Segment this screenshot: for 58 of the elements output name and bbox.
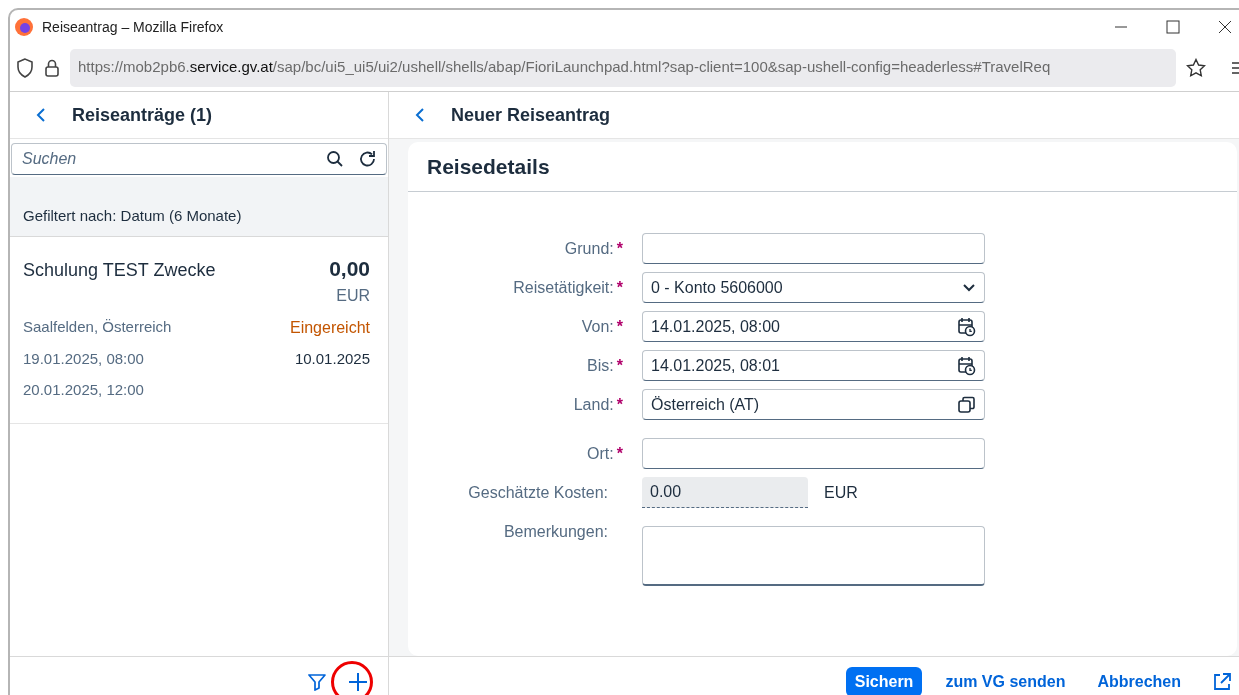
field-label: Von: * bbox=[581, 316, 623, 337]
dropdown-caret-icon[interactable] bbox=[962, 282, 976, 293]
field-label: Geschätzte Kosten: bbox=[468, 482, 608, 503]
required-asterisk: * bbox=[616, 356, 623, 374]
calendar-clock-icon[interactable] bbox=[958, 316, 976, 337]
back-icon[interactable] bbox=[415, 108, 425, 122]
currency-text: EUR bbox=[336, 286, 370, 306]
remarks-field[interactable] bbox=[642, 526, 985, 586]
end-date-text: 20.01.2025, 12:00 bbox=[23, 379, 144, 400]
required-asterisk: * bbox=[616, 317, 623, 335]
unit-text: EUR bbox=[824, 482, 858, 503]
filter-info: Gefiltert nach: Datum (6 Monate) bbox=[23, 205, 242, 226]
value-help-field[interactable]: Österreich (AT) bbox=[642, 389, 985, 420]
value-help-icon[interactable] bbox=[958, 395, 976, 414]
status-text: Eingereicht bbox=[289, 318, 370, 338]
search-field[interactable]: Suchen bbox=[11, 143, 387, 175]
field-label: Grund: * bbox=[564, 238, 623, 259]
search-icon[interactable] bbox=[326, 150, 344, 168]
field-label: Land: * bbox=[573, 394, 623, 415]
dropdown-field[interactable]: 0 - Konto 5606000 bbox=[642, 272, 985, 303]
date-time-field[interactable]: 14.01.2025, 08:01 bbox=[642, 350, 985, 381]
required-asterisk: * bbox=[616, 239, 623, 257]
close-icon[interactable] bbox=[1218, 20, 1232, 34]
field-label: Bis: * bbox=[587, 355, 623, 376]
shield-icon[interactable] bbox=[16, 57, 34, 78]
required-asterisk: * bbox=[616, 395, 623, 413]
start-date-text: 19.01.2025, 08:00 bbox=[23, 349, 144, 369]
field-label: Bemerkungen: bbox=[503, 522, 608, 542]
calendar-clock-icon[interactable] bbox=[958, 355, 976, 376]
page-title: Neuer Reiseantrag bbox=[451, 103, 611, 127]
section-title: Reisedetails bbox=[427, 153, 550, 180]
browser-logo-icon bbox=[14, 17, 34, 37]
required-asterisk: * bbox=[616, 444, 623, 462]
share-icon[interactable] bbox=[1212, 671, 1232, 692]
input-field[interactable] bbox=[642, 438, 985, 469]
list-item[interactable]: Schulung TEST Zwecke 0,00 EUR Saalfelden, Österreich Eingereicht 19.01.2025, 08:00 10.01.2025 20.01.2025, 12:00 bbox=[10, 237, 388, 424]
star-icon[interactable] bbox=[1186, 57, 1206, 78]
search-input[interactable]: Suchen bbox=[20, 146, 312, 172]
back-icon[interactable] bbox=[36, 108, 46, 122]
field-label: Reisetätigkeit: * bbox=[513, 277, 623, 298]
footer-button[interactable]: Sichern bbox=[845, 666, 923, 695]
refresh-icon[interactable] bbox=[358, 149, 378, 169]
amount-text: 0,00 bbox=[329, 257, 370, 282]
list-title: Reiseanträge (1) bbox=[72, 103, 213, 127]
window-title: Reiseantrag – Mozilla Firefox bbox=[42, 17, 224, 37]
submit-date-text: 10.01.2025 bbox=[294, 349, 370, 369]
item-title: Schulung TEST Zwecke bbox=[23, 259, 216, 282]
filter-icon[interactable] bbox=[308, 672, 326, 691]
input-field[interactable] bbox=[642, 233, 985, 264]
maximize-icon[interactable] bbox=[1166, 20, 1180, 34]
required-asterisk: * bbox=[616, 278, 623, 296]
field-label: Ort: * bbox=[587, 443, 623, 464]
cost-field: 0.00 bbox=[642, 477, 808, 508]
date-time-field[interactable]: 14.01.2025, 08:00 bbox=[642, 311, 985, 342]
footer-button[interactable]: zum VG senden bbox=[936, 666, 1075, 695]
location-text: Saalfelden, Österreich bbox=[23, 317, 172, 337]
footer-button[interactable]: Abbrechen bbox=[1088, 666, 1190, 695]
lock-icon[interactable] bbox=[44, 57, 60, 78]
